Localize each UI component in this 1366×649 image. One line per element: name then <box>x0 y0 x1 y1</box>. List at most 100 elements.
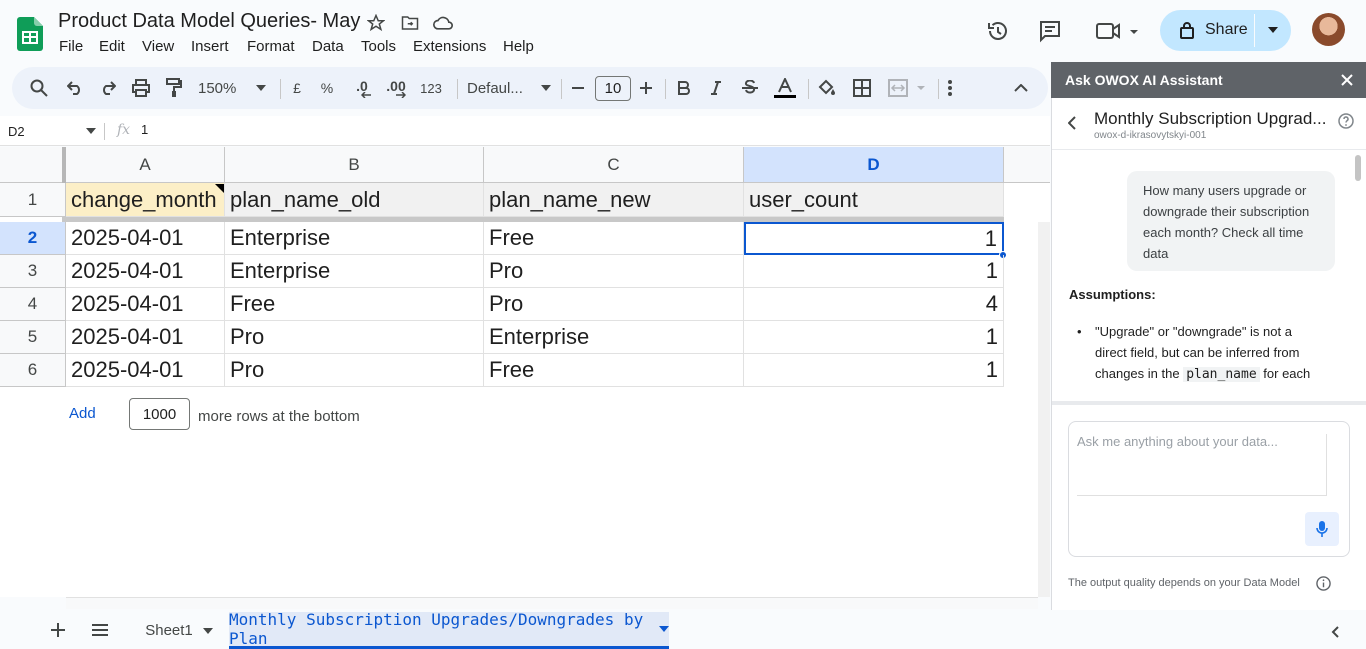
close-icon[interactable] <box>1339 72 1355 88</box>
chat-scroll-area[interactable]: How many users upgrade or downgrade thei… <box>1052 150 1366 402</box>
cell-c4[interactable]: Pro <box>484 288 744 321</box>
menu-data[interactable]: Data <box>312 38 344 55</box>
cell-b3[interactable]: Enterprise <box>225 255 484 288</box>
row-header-1[interactable]: 1 <box>0 183 66 217</box>
help-icon[interactable] <box>1337 112 1355 130</box>
more-options-icon[interactable] <box>942 67 958 109</box>
cell-a4[interactable]: 2025-04-01 <box>66 288 225 321</box>
cell-c1[interactable]: plan_name_new <box>484 183 744 217</box>
more-formats-button[interactable]: 123 <box>417 67 445 109</box>
sheet-tab-monthly-subscription[interactable]: Monthly Subscription Upgrades/Downgrades… <box>229 610 669 649</box>
redo-icon[interactable] <box>97 67 119 109</box>
chevron-left-icon[interactable] <box>1328 624 1342 640</box>
menu-view[interactable]: View <box>142 38 174 55</box>
meet-icon[interactable] <box>1094 17 1140 45</box>
menu-edit[interactable]: Edit <box>99 38 125 55</box>
add-sheet-icon[interactable] <box>50 622 66 638</box>
cell-b1[interactable]: plan_name_old <box>225 183 484 217</box>
info-icon[interactable] <box>1315 575 1332 592</box>
decrease-decimal-button[interactable]: .0 <box>350 67 374 109</box>
menu-file[interactable]: File <box>59 38 83 55</box>
chat-input[interactable]: Ask me anything about your data... <box>1077 434 1327 496</box>
avatar[interactable] <box>1312 13 1345 46</box>
cell-c2[interactable]: Free <box>484 222 744 255</box>
horizontal-scrollbar[interactable] <box>66 597 1038 609</box>
version-history-icon[interactable] <box>984 17 1012 45</box>
paint-format-icon[interactable] <box>163 67 185 109</box>
vertical-scrollbar[interactable] <box>1038 222 1050 597</box>
comments-icon[interactable] <box>1036 17 1064 45</box>
row-header-5[interactable]: 5 <box>0 321 66 354</box>
italic-icon[interactable] <box>706 67 726 109</box>
font-select[interactable]: Defaul... <box>467 67 551 109</box>
menu-extensions[interactable]: Extensions <box>413 38 486 55</box>
sheet-tab-sheet1[interactable]: Sheet1 <box>130 612 228 649</box>
column-header-a[interactable]: A <box>66 147 225 183</box>
column-header-d[interactable]: D <box>744 147 1004 183</box>
cell-a3[interactable]: 2025-04-01 <box>66 255 225 288</box>
cell-a1[interactable]: change_month <box>66 183 225 217</box>
cell-d3[interactable]: 1 <box>744 255 1004 288</box>
strikethrough-icon[interactable] <box>739 67 761 109</box>
row-header-6[interactable]: 6 <box>0 354 66 387</box>
cell-b4[interactable]: Free <box>225 288 484 321</box>
cell-d4[interactable]: 4 <box>744 288 1004 321</box>
cell-c5[interactable]: Enterprise <box>484 321 744 354</box>
star-icon[interactable] <box>366 12 386 34</box>
cloud-status-icon[interactable] <box>432 12 454 34</box>
cell-b2[interactable]: Enterprise <box>225 222 484 255</box>
note-indicator <box>215 184 224 193</box>
formula-bar: D2 fx 1 <box>0 116 1050 146</box>
search-icon[interactable] <box>28 67 50 109</box>
fill-color-icon[interactable] <box>816 67 838 109</box>
cell-d2[interactable]: 1 <box>744 222 1004 255</box>
percent-format-button[interactable]: % <box>318 67 336 109</box>
cell-a5[interactable]: 2025-04-01 <box>66 321 225 354</box>
back-icon[interactable] <box>1065 114 1079 132</box>
zoom-select[interactable]: 150% <box>198 67 266 109</box>
document-title[interactable]: Product Data Model Queries- May <box>58 10 360 33</box>
cell-d5[interactable]: 1 <box>744 321 1004 354</box>
currency-format-button[interactable]: £ <box>288 67 306 109</box>
row-header-4[interactable]: 4 <box>0 288 66 321</box>
add-rows-button[interactable]: Add <box>69 405 96 422</box>
row-header-2[interactable]: 2 <box>0 222 66 255</box>
cell-b6[interactable]: Pro <box>225 354 484 387</box>
chat-scrollbar-thumb[interactable] <box>1355 155 1361 181</box>
cell-c3[interactable]: Pro <box>484 255 744 288</box>
cell-d6[interactable]: 1 <box>744 354 1004 387</box>
increase-font-size-icon[interactable] <box>638 67 654 109</box>
font-size-input[interactable]: 10 <box>595 76 631 101</box>
menu-tools[interactable]: Tools <box>361 38 396 55</box>
add-rows-input[interactable]: 1000 <box>129 398 190 430</box>
merge-cells-icon[interactable] <box>886 67 930 109</box>
column-header-c[interactable]: C <box>484 147 744 183</box>
move-folder-icon[interactable] <box>400 12 420 34</box>
menu-format[interactable]: Format <box>247 38 295 55</box>
increase-decimal-button[interactable]: .00 <box>384 67 408 109</box>
sheets-logo-icon[interactable] <box>16 16 44 52</box>
share-button[interactable]: Share <box>1160 10 1291 51</box>
name-box[interactable]: D2 <box>8 122 96 140</box>
formula-input[interactable]: 1 <box>141 122 148 137</box>
undo-icon[interactable] <box>64 67 86 109</box>
cell-a2[interactable]: 2025-04-01 <box>66 222 225 255</box>
text-color-icon[interactable] <box>773 67 797 109</box>
cell-c6[interactable]: Free <box>484 354 744 387</box>
menu-help[interactable]: Help <box>503 38 534 55</box>
select-all-corner[interactable] <box>0 147 66 183</box>
menu-insert[interactable]: Insert <box>191 38 229 55</box>
borders-icon[interactable] <box>851 67 873 109</box>
collapse-menus-icon[interactable] <box>1011 67 1031 109</box>
bold-icon[interactable] <box>674 67 694 109</box>
decrease-font-size-icon[interactable] <box>570 67 586 109</box>
print-icon[interactable] <box>130 67 152 109</box>
all-sheets-icon[interactable] <box>91 622 109 638</box>
microphone-button[interactable] <box>1305 512 1339 546</box>
cell-b5[interactable]: Pro <box>225 321 484 354</box>
row-header-3[interactable]: 3 <box>0 255 66 288</box>
cell-d1[interactable]: user_count <box>744 183 1004 217</box>
share-dropdown-icon[interactable] <box>1266 22 1280 38</box>
column-header-b[interactable]: B <box>225 147 484 183</box>
cell-a6[interactable]: 2025-04-01 <box>66 354 225 387</box>
